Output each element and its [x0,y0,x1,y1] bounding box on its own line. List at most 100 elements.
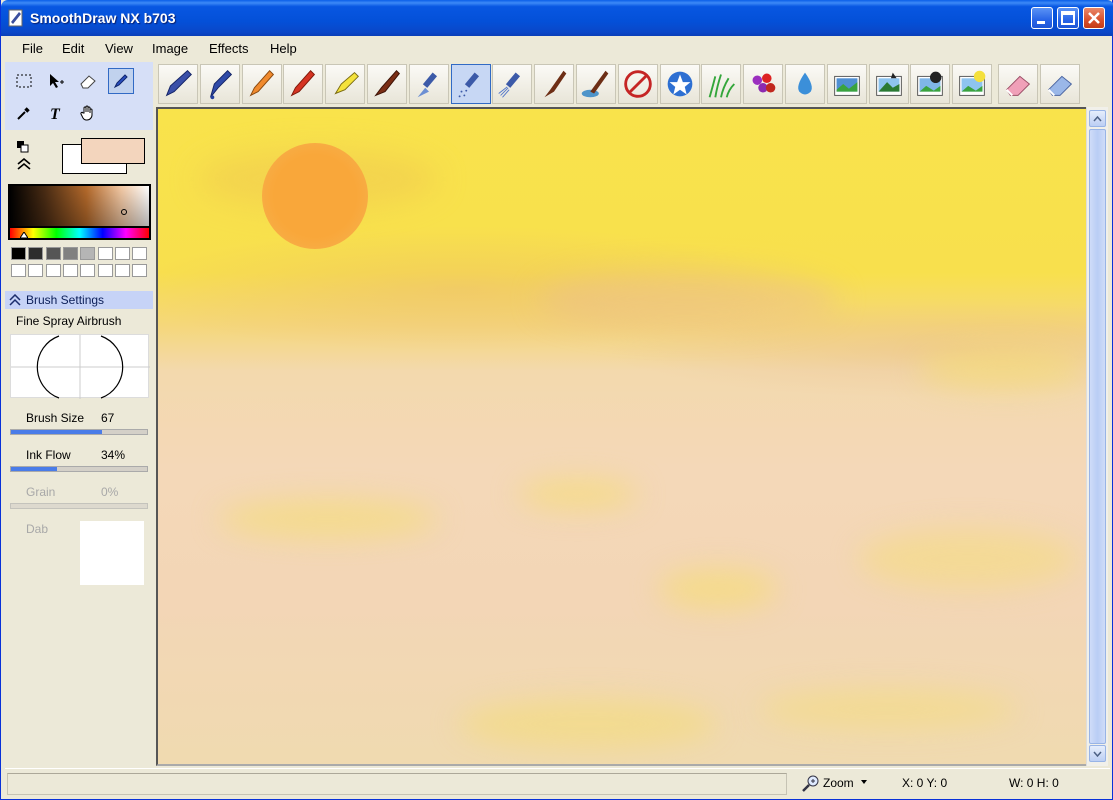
eyedropper-icon [17,107,30,120]
tool-eyedropper[interactable] [11,100,37,126]
image-stamp-4-icon [959,70,986,96]
brush-pencil[interactable] [241,64,282,104]
chevron-up-icon [1093,115,1102,121]
collapse-up-icon[interactable] [17,158,31,170]
grain-slider[interactable] [10,503,148,509]
brush-preview [10,334,150,399]
zoom-button[interactable]: Zoom [823,776,854,790]
brush-settings-header[interactable]: Brush Settings [5,291,153,309]
swap-colors-icon[interactable] [16,140,30,154]
brush-flat-brush[interactable] [534,64,575,104]
color-gradient-area[interactable] [10,186,149,226]
brush-settings-title: Brush Settings [26,293,105,307]
water-brush-icon [581,70,609,98]
palette-swatch[interactable] [28,264,44,277]
brush-grass-brush[interactable] [701,64,742,104]
tool-select[interactable] [11,68,37,94]
hue-slider[interactable] [10,228,149,238]
scroll-thumb[interactable] [1089,129,1106,744]
brush-flower-brush[interactable] [743,64,784,104]
move-icon [50,74,64,88]
dropdown-arrow-icon[interactable] [861,780,867,784]
brush-size-slider[interactable] [10,429,148,435]
palette-swatch[interactable] [80,247,96,260]
palette-swatch[interactable] [45,264,61,277]
brush-fine-spray-airbrush[interactable] [450,64,491,104]
vertical-scrollbar[interactable] [1086,107,1108,766]
cursor-coordinates: X: 0 Y: 0 [902,776,948,790]
text-tool-icon: T [50,106,61,122]
menu-edit[interactable]: Edit [62,41,84,56]
brush-image-stamp-2[interactable] [868,64,909,104]
palette-swatch[interactable] [132,247,148,260]
palette-swatch[interactable] [62,264,78,277]
color-picker[interactable] [8,184,151,240]
palette-swatch[interactable] [97,247,113,260]
scroll-up-button[interactable] [1089,110,1106,127]
brush-eraser-blue[interactable] [1039,64,1080,104]
brush-highlighter[interactable] [325,64,366,104]
brush-fountain-pen[interactable] [199,64,240,104]
scroll-down-button[interactable] [1089,745,1106,762]
brush-spray[interactable] [492,64,533,104]
palette-swatch[interactable] [80,264,96,277]
brush-airbrush[interactable] [408,64,449,104]
tool-brush[interactable] [108,68,134,94]
palette-swatch[interactable] [97,264,113,277]
flower-brush-icon [752,73,776,93]
tool-eraser[interactable] [75,68,101,94]
title-bar[interactable]: SmoothDraw NX b703 [1,0,1113,36]
tool-text[interactable]: T [43,100,69,126]
brush-no-brush[interactable] [617,64,658,104]
tool-hand[interactable] [75,100,101,126]
close-button[interactable] [1083,7,1105,29]
brush-image-stamp-1[interactable] [826,64,867,104]
status-bar: Zoom X: 0 Y: 0 W: 0 H: 0 [5,768,1110,796]
spray-icon [498,72,521,98]
palette-swatch[interactable] [62,247,78,260]
close-icon [1088,12,1100,24]
menu-help[interactable]: Help [270,41,297,56]
brush-toolbar [156,62,1084,106]
pencil-icon [249,70,274,97]
brush-size-label: Brush Size [26,411,85,425]
palette-swatch[interactable] [114,247,130,260]
maximize-icon [1061,11,1075,25]
select-rect-icon [16,74,32,88]
collapse-up-icon [9,294,21,306]
brush-paint-brush[interactable] [367,64,407,104]
palette-swatch[interactable] [28,247,44,260]
tool-move[interactable] [43,68,69,94]
eraser-tool-icon [80,75,96,89]
minimize-button[interactable] [1031,7,1053,29]
ink-flow-slider[interactable] [10,466,148,472]
brush-pen[interactable] [158,64,198,104]
brush-eraser-pink[interactable] [998,64,1038,104]
brush-water-brush[interactable] [576,64,616,104]
palette-swatch[interactable] [11,247,26,260]
drawing-canvas[interactable] [158,109,1086,764]
selection-size: W: 0 H: 0 [1009,776,1059,790]
brush-star-brush[interactable] [659,64,700,104]
menu-view[interactable]: View [105,41,133,56]
brush-water-drop[interactable] [785,64,825,104]
menu-effects[interactable]: Effects [209,41,249,56]
palette-swatch[interactable] [11,264,26,277]
palette-swatch[interactable] [114,264,130,277]
palette-swatch[interactable] [45,247,61,260]
dab-preview[interactable] [80,521,144,585]
brush-red-pencil[interactable] [283,64,324,104]
menu-file[interactable]: File [22,41,43,56]
maximize-button[interactable] [1057,7,1079,29]
brush-image-stamp-4[interactable] [952,64,993,104]
hue-slider-marker [20,232,28,238]
palette-swatch[interactable] [132,264,148,277]
window-title: SmoothDraw NX b703 [30,10,176,26]
brush-tool-icon [113,74,128,89]
brush-shape-preview [11,335,150,399]
menu-image[interactable]: Image [152,41,188,56]
primary-color-swatch[interactable] [81,138,145,164]
water-drop-icon [798,72,812,95]
grain-value: 0% [101,485,119,499]
brush-image-stamp-3[interactable] [910,64,951,104]
